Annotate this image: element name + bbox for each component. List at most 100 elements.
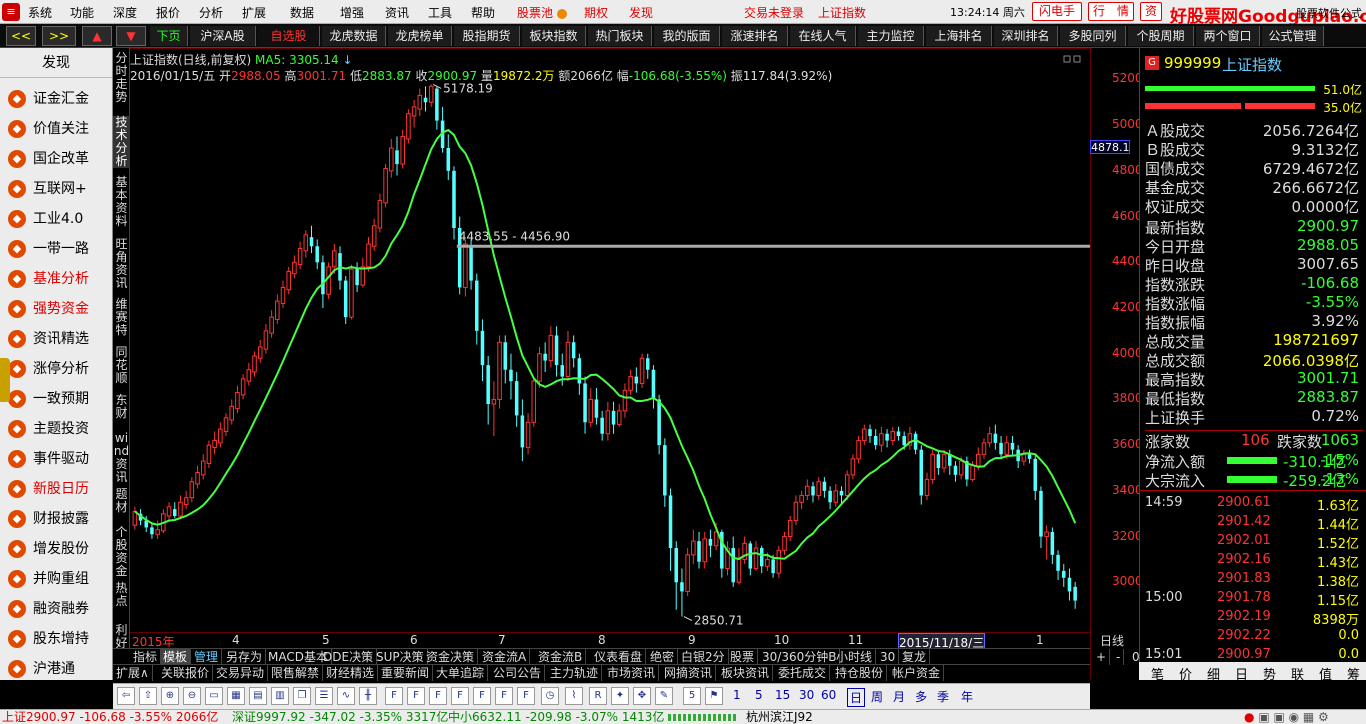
tab-finance-select[interactable]: 财经精选 <box>323 665 379 681</box>
tab-hot-sectors[interactable]: 热门板块 <box>588 26 652 46</box>
sidebar-item[interactable]: ◆ 国企改革 <box>0 144 113 174</box>
nav-first-button[interactable]: << <box>6 26 36 46</box>
nav-last-button[interactable]: >> <box>42 26 76 46</box>
vertical-tab[interactable]: 题材 <box>113 488 130 514</box>
tab-positions[interactable]: 持仓股份 <box>832 665 888 681</box>
sidebar-item[interactable]: ◆ 融资融券 <box>0 594 113 624</box>
tab-big-order[interactable]: 大单追踪 <box>433 665 489 681</box>
menu-quote[interactable]: 报价 <box>156 4 180 21</box>
tab-fund-flow-a[interactable]: 资金流A <box>479 649 531 665</box>
table-icon[interactable]: ▤ <box>249 687 267 705</box>
sidebar-item[interactable]: ◆ 资讯精选 <box>0 324 113 354</box>
sidebar-item[interactable]: ◆ 主题投资 <box>0 414 113 444</box>
window-icon[interactable]: ▭ <box>205 687 223 705</box>
sidebar-item[interactable]: ◆ 股东增持 <box>0 624 113 654</box>
vertical-tab[interactable]: 热点 <box>113 582 130 608</box>
chart-icon[interactable]: ⌇ <box>565 687 583 705</box>
quote-tab[interactable]: 值 <box>1319 664 1332 683</box>
tab-sup[interactable]: SUP决策 <box>373 649 428 665</box>
tab-30-360[interactable]: 30/360分钟B <box>759 649 841 665</box>
nav-up-button[interactable]: ▲ <box>82 26 112 46</box>
up-icon[interactable]: ⇧ <box>139 687 157 705</box>
vertical-tab[interactable]: 维赛特 <box>113 298 130 337</box>
tab-market-news[interactable]: 市场资讯 <box>604 665 660 681</box>
tab-stock-period[interactable]: 个股周期 <box>1128 26 1194 46</box>
period-label[interactable]: 日线 <box>1100 632 1124 649</box>
sidebar-item[interactable]: ◆ 增发股份 <box>0 534 113 564</box>
tab-extend[interactable]: 扩展∧ <box>113 665 153 681</box>
tab-hourly[interactable]: 小时线 <box>833 649 877 665</box>
zoom-out-button[interactable]: - <box>1113 649 1125 665</box>
tab-speed-rank[interactable]: 涨速排名 <box>722 26 788 46</box>
vertical-tab[interactable]: 技术分析 <box>113 116 130 168</box>
quote-tab[interactable]: 价 <box>1179 664 1192 683</box>
move-icon[interactable]: ✥ <box>633 687 651 705</box>
menu-news[interactable]: 资讯 <box>385 4 409 21</box>
menu-tools[interactable]: 工具 <box>428 4 452 21</box>
tab-index-futures[interactable]: 股指期货 <box>454 26 520 46</box>
quote-tab[interactable]: 筹 <box>1347 664 1360 683</box>
back-icon[interactable]: ⇦ <box>117 687 135 705</box>
tab-fund-flow-b[interactable]: 资金流B <box>535 649 587 665</box>
list-icon[interactable]: ☰ <box>315 687 333 705</box>
menu-data[interactable]: 数据 <box>290 4 314 21</box>
sidebar-item[interactable]: ◆ 强势资金 <box>0 294 113 324</box>
menu-extend[interactable]: 扩展 <box>242 4 266 21</box>
rsi-icon[interactable]: R <box>589 687 607 705</box>
period-1min[interactable]: 1 <box>733 688 741 702</box>
vertical-tab[interactable]: 旺角资讯 <box>113 238 130 290</box>
tab-my-layout[interactable]: 我的版面 <box>654 26 720 46</box>
menu-depth[interactable]: 深度 <box>113 4 137 21</box>
sidebar-item[interactable]: ◆ 一致预期 <box>0 384 113 414</box>
sidebar-item[interactable]: ◆ 互联网+ <box>0 174 113 204</box>
tab-silver[interactable]: 白银2分 <box>678 649 729 665</box>
menu-system[interactable]: 系统 <box>28 4 52 21</box>
kline-chart-panel[interactable]: 5178.19 2850.71 4483.55 - 4456.90 上证指数(日线,… <box>130 48 1090 648</box>
tab-related-quote[interactable]: 关联报价 <box>158 665 214 681</box>
quote-tab[interactable]: 势 <box>1263 664 1276 683</box>
menu-options[interactable]: 期权 <box>584 4 608 21</box>
tab-lockup[interactable]: 限售解禁 <box>268 665 324 681</box>
zoom-in-icon[interactable]: ⊕ <box>161 687 179 705</box>
quote-tab[interactable]: 联 <box>1291 664 1304 683</box>
menu-analysis[interactable]: 分析 <box>199 4 223 21</box>
tab-fulong[interactable]: 复龙 <box>899 649 931 665</box>
compass-icon[interactable]: ✦ <box>611 687 629 705</box>
tab-template[interactable]: 模板 <box>160 649 192 665</box>
tab-online-popularity[interactable]: 在线人气 <box>790 26 856 46</box>
tab-secret[interactable]: 绝密 <box>647 649 679 665</box>
tab-watchlist[interactable]: 自选股 <box>258 26 320 46</box>
tab-dragon-list[interactable]: 龙虎榜单 <box>388 26 452 46</box>
quote-tab[interactable]: 笔 <box>1151 664 1164 683</box>
tab-shsz-a[interactable]: 沪深A股 <box>190 26 256 46</box>
clock-icon[interactable]: ◷ <box>541 687 559 705</box>
tab-main-monitor[interactable]: 主力监控 <box>858 26 924 46</box>
fd-icon[interactable]: F <box>407 687 425 705</box>
tab-web-digest[interactable]: 网摘资讯 <box>661 665 717 681</box>
period-month[interactable]: 月 <box>893 688 905 705</box>
sidebar-item[interactable]: ◆ 沪港通 <box>0 654 113 684</box>
sidebar-item[interactable]: ◆ 价值关注 <box>0 114 113 144</box>
f5-icon[interactable]: 5 <box>683 687 701 705</box>
tab-trade-anomaly[interactable]: 交易异动 <box>213 665 269 681</box>
app-logo-icon[interactable]: ≡ <box>2 3 20 21</box>
menu-function[interactable]: 功能 <box>70 4 94 21</box>
menu-help[interactable]: 帮助 <box>471 4 495 21</box>
asset-button[interactable]: 资 <box>1140 2 1162 21</box>
sidebar-collapse-handle[interactable] <box>0 358 10 402</box>
tab-orders[interactable]: 委托成交 <box>775 665 831 681</box>
copy-icon[interactable]: ❐ <box>293 687 311 705</box>
fs-icon[interactable]: F <box>495 687 513 705</box>
tab-indicator[interactable]: 指标 <box>130 649 162 665</box>
menu-enhance[interactable]: 增强 <box>340 4 364 21</box>
chart-restore-icon[interactable] <box>1063 55 1071 63</box>
menu-stock-pool[interactable]: 股票池 <box>517 4 567 21</box>
candle-icon[interactable]: ╫ <box>359 687 377 705</box>
nav-down-button[interactable]: ▼ <box>116 26 146 46</box>
tab-two-windows[interactable]: 两个窗口 <box>1196 26 1260 46</box>
tab-next-page[interactable]: 下页 <box>150 26 188 46</box>
sidebar-item[interactable]: ◆ 事件驱动 <box>0 444 113 474</box>
period-multi[interactable]: 多 <box>915 688 927 705</box>
tab-fund-decision[interactable]: 资金决策 <box>423 649 479 665</box>
vertical-tab[interactable]: 东财 <box>113 394 130 420</box>
